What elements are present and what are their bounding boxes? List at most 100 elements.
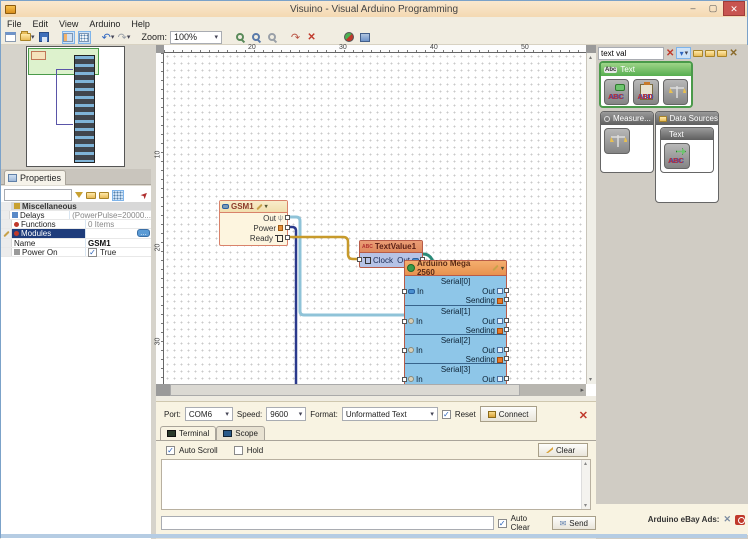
subcategory-text[interactable]: Text ABC — [660, 127, 714, 173]
category-text[interactable]: Abc Text ABC ABD — [599, 61, 693, 108]
close-button[interactable]: ✕ — [723, 1, 745, 16]
speed-combobox[interactable]: 9600▾ — [266, 407, 306, 421]
serial1-out-pin[interactable]: Out — [482, 317, 503, 326]
serial3-out-terminal[interactable] — [504, 376, 509, 381]
horizontal-scroll-thumb[interactable] — [170, 384, 520, 396]
scroll-down-icon[interactable]: ▾ — [584, 502, 587, 509]
canvas-vertical-scrollbar[interactable]: ▴ ▾ — [586, 53, 596, 384]
serial0-sending-terminal[interactable] — [504, 297, 509, 302]
serial0-out-terminal[interactable] — [504, 288, 509, 293]
properties-filter-input[interactable] — [4, 189, 72, 201]
close-ads-icon[interactable]: ✕ — [723, 514, 731, 525]
zoom-out-button[interactable] — [249, 31, 262, 44]
menu-view[interactable]: View — [59, 19, 78, 29]
serial0-in-pin[interactable]: In — [408, 287, 424, 296]
component-text-value[interactable]: ABC — [604, 79, 629, 105]
modules-expand-button[interactable]: … — [137, 229, 150, 237]
export-button[interactable] — [358, 31, 371, 44]
scroll-right-icon[interactable]: ▸ — [580, 386, 584, 394]
auto-clear-checkbox[interactable]: ✓ — [498, 519, 507, 528]
serial2-in-pin[interactable]: In — [408, 346, 423, 355]
toolbox-search-input[interactable] — [598, 47, 664, 60]
category-measure-header[interactable]: Measure... — [601, 112, 653, 125]
toggle-grid-button[interactable] — [78, 31, 91, 44]
component-measure[interactable] — [604, 128, 630, 154]
zoom-in-button[interactable] — [233, 31, 246, 44]
gsm-block-header[interactable]: GSM1 ▾ — [220, 201, 287, 213]
menu-file[interactable]: File — [7, 19, 22, 29]
serial0-out-pin[interactable]: Out — [482, 287, 503, 296]
property-row-functions[interactable]: Functions 0 Items — [1, 220, 151, 229]
category-measure[interactable]: Measure... — [600, 111, 654, 173]
gsm-power-terminal[interactable] — [285, 225, 290, 230]
filter-funnel-icon[interactable] — [75, 192, 83, 198]
clear-button[interactable]: Clear — [538, 443, 588, 457]
web-help-button[interactable] — [342, 31, 355, 44]
serial1-out-terminal[interactable] — [504, 318, 509, 323]
open-dropdown-icon[interactable]: ▾ — [31, 33, 35, 41]
property-row-poweron[interactable]: Power On ✓True — [1, 248, 151, 257]
component-text-source[interactable]: ABC — [664, 143, 690, 169]
delete-button[interactable]: ✕ — [305, 31, 318, 44]
maximize-button[interactable]: ▢ — [703, 1, 723, 16]
serial3-in-pin[interactable]: In — [408, 375, 423, 384]
gsm-collapse-icon[interactable]: ▾ — [265, 203, 268, 210]
serial2-in-terminal[interactable] — [402, 348, 407, 353]
serial2-sending-terminal[interactable] — [504, 356, 509, 361]
serial3-out-pin[interactable]: Out — [482, 375, 503, 384]
sort-button[interactable]: ▾▾ — [676, 47, 691, 59]
minimap[interactable] — [26, 46, 125, 167]
expand-all-icon[interactable] — [86, 192, 96, 199]
serial1-sending-terminal[interactable] — [504, 327, 509, 332]
save-button[interactable] — [38, 31, 51, 44]
minimize-button[interactable]: – — [683, 1, 703, 16]
clear-search-icon[interactable]: ✕ — [666, 48, 674, 59]
category-view-icon[interactable] — [693, 50, 703, 57]
category-text-header[interactable]: Abc Text — [601, 63, 691, 76]
arduino-settings-icon[interactable] — [492, 265, 498, 271]
menu-help[interactable]: Help — [131, 19, 150, 29]
scroll-down-icon[interactable]: ▾ — [589, 376, 592, 383]
scroll-up-icon[interactable]: ▴ — [589, 54, 592, 61]
serial2-out-terminal[interactable] — [504, 347, 509, 352]
gsm-pin-ready[interactable]: Ready — [220, 233, 287, 243]
textvalue-block-header[interactable]: ABC TextValue1 — [360, 241, 422, 253]
serial0-sending-pin[interactable]: Sending — [408, 296, 503, 305]
clock-terminal[interactable] — [357, 257, 362, 262]
terminal-scrollbar[interactable]: ▴ ▾ — [581, 460, 590, 509]
auto-scroll-checkbox[interactable]: ✓ — [166, 446, 175, 455]
ad-record-icon[interactable] — [735, 515, 745, 525]
undo-dropdown-icon[interactable]: ▾ — [111, 33, 115, 41]
tab-properties[interactable]: Properties — [4, 170, 66, 185]
send-button[interactable]: ✉Send — [552, 516, 596, 530]
category-data-sources-header[interactable]: Data Sources — [656, 112, 718, 125]
toolbox-settings-icon[interactable]: ✕ — [729, 48, 737, 59]
new-project-button[interactable] — [4, 31, 17, 44]
tab-scope[interactable]: Scope — [216, 426, 265, 440]
menu-arduino[interactable]: Arduino — [89, 19, 120, 29]
gsm-ready-terminal[interactable] — [285, 235, 290, 240]
port-combobox[interactable]: COM6▾ — [185, 407, 233, 421]
toggle-panels-button[interactable] — [62, 31, 75, 44]
collapse-categories-icon[interactable] — [717, 50, 727, 57]
redo-dropdown-icon[interactable]: ▾ — [127, 33, 131, 41]
undo-button[interactable]: ↶▾ — [102, 31, 115, 44]
redo-button[interactable]: ↷▾ — [118, 31, 131, 44]
hold-checkbox[interactable] — [234, 446, 243, 455]
serial1-in-terminal[interactable] — [402, 319, 407, 324]
property-row-modules[interactable]: Modules … — [1, 229, 151, 239]
design-area[interactable]: GSM1 ▾ Out ψ Power Ready — [164, 53, 586, 384]
pin-icon[interactable]: ➤ — [138, 188, 151, 201]
open-project-button[interactable]: ▾ — [20, 31, 35, 44]
gsm-out-terminal[interactable] — [285, 215, 290, 220]
zoom-reset-button[interactable] — [265, 31, 278, 44]
component-formatted-text[interactable]: ABD — [633, 79, 658, 105]
expand-categories-icon[interactable] — [705, 50, 715, 57]
name-value[interactable]: GSM1 — [86, 239, 151, 247]
subcategory-text-header[interactable]: Text — [661, 128, 713, 140]
serial1-in-pin[interactable]: In — [408, 317, 423, 326]
canvas-horizontal-scrollbar[interactable]: ▸ — [156, 384, 586, 396]
arduino-block-header[interactable]: Arduino Mega 2560 ▾ — [405, 261, 506, 276]
grid-view-icon[interactable] — [112, 190, 124, 201]
serial3-in-terminal[interactable] — [402, 377, 407, 382]
